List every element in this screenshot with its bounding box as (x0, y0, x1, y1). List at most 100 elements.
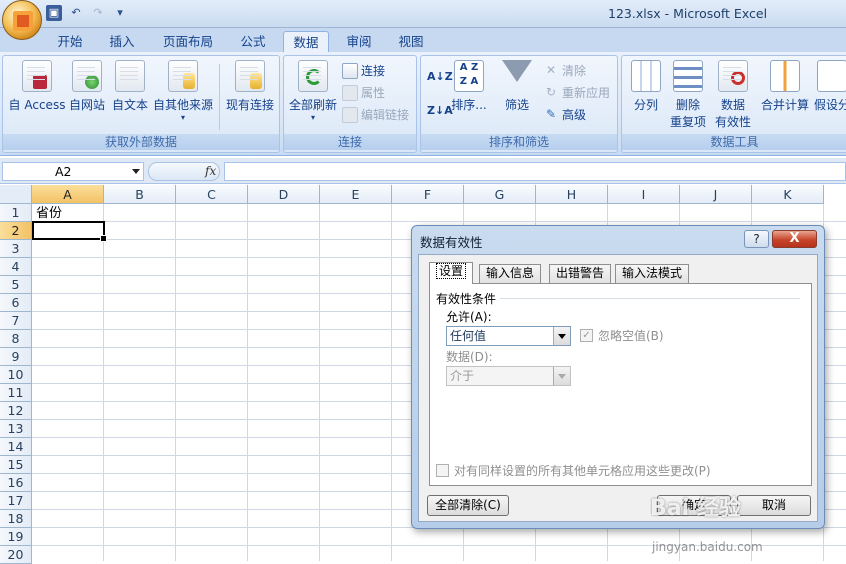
help-button[interactable]: ? (744, 230, 769, 248)
from-other-sources-button[interactable]: 自其他来源 ▾ (151, 60, 215, 122)
tab-input-message[interactable]: 输入信息 (479, 264, 542, 283)
active-cell-a2[interactable] (32, 221, 107, 242)
filter-button[interactable]: 筛选 (499, 60, 535, 113)
remove-duplicates-button[interactable]: 删除 重复项 (666, 60, 710, 130)
tab-data[interactable]: 数据 (283, 31, 329, 52)
from-web-button[interactable]: 自网站 (67, 60, 107, 113)
group-external-data-label: 获取外部数据 (3, 134, 279, 150)
column-header-i[interactable]: I (608, 185, 680, 204)
row-header-7[interactable]: 7 (0, 312, 32, 330)
row-header-9[interactable]: 9 (0, 348, 32, 366)
clear-button[interactable]: ✕ 清除 (543, 62, 586, 79)
from-text-button[interactable]: 自文本 (109, 60, 151, 113)
row-header-10[interactable]: 10 (0, 366, 32, 384)
row-header-1[interactable]: 1 (0, 204, 32, 222)
tab-page-layout[interactable]: 页面布局 (155, 31, 221, 52)
ignore-blank-checkbox[interactable]: ✓ (580, 329, 593, 342)
data-validation-label-1: 数据 (720, 98, 745, 112)
row-header-5[interactable]: 5 (0, 276, 32, 294)
column-header-e[interactable]: E (320, 185, 392, 204)
clear-all-button[interactable]: 全部清除(C) (427, 495, 509, 516)
row-header-12[interactable]: 12 (0, 402, 32, 420)
insert-function-icon[interactable]: fx (205, 164, 216, 178)
redo-icon[interactable]: ↷ (90, 5, 106, 21)
column-header-h[interactable]: H (536, 185, 608, 204)
column-header-d[interactable]: D (248, 185, 320, 204)
name-box[interactable]: A2 (2, 162, 144, 181)
text-to-columns-button[interactable]: 分列 (626, 60, 666, 113)
select-all-corner[interactable] (0, 185, 32, 204)
from-other-sources-label: 自其他来源 (152, 98, 213, 112)
what-if-icon (817, 60, 846, 92)
allow-dropdown-icon[interactable] (553, 327, 570, 345)
tab-ime-mode[interactable]: 输入法模式 (615, 264, 690, 283)
tab-review[interactable]: 审阅 (336, 31, 382, 52)
connections-button[interactable]: 连接 (342, 62, 385, 79)
customize-qat-icon[interactable]: ▾ (112, 5, 128, 21)
apply-all-checkbox[interactable] (436, 464, 449, 477)
row-header-11[interactable]: 11 (0, 384, 32, 402)
row-header-16[interactable]: 16 (0, 474, 32, 492)
tab-error-alert[interactable]: 出错警告 (549, 264, 612, 283)
row-header-4[interactable]: 4 (0, 258, 32, 276)
sort-button[interactable]: A ZZ A 排序... (449, 60, 489, 113)
save-icon[interactable]: ▣ (46, 5, 62, 21)
row-header-3[interactable]: 3 (0, 240, 32, 258)
row-header-14[interactable]: 14 (0, 438, 32, 456)
sort-dialog-icon: A ZZ A (454, 60, 484, 92)
row-header-20[interactable]: 20 (0, 546, 32, 564)
data-select[interactable]: 介于 (446, 366, 571, 386)
undo-icon[interactable]: ↶ (68, 5, 84, 21)
column-header-f[interactable]: F (392, 185, 464, 204)
row-header-17[interactable]: 17 (0, 492, 32, 510)
close-button[interactable]: X (772, 230, 817, 248)
row-header-8[interactable]: 8 (0, 330, 32, 348)
column-header-k[interactable]: K (752, 185, 824, 204)
clear-filter-icon: ✕ (545, 62, 557, 77)
tab-view[interactable]: 视图 (388, 31, 434, 52)
reapply-button[interactable]: ↻ 重新应用 (543, 84, 610, 101)
row-header-19[interactable]: 19 (0, 528, 32, 546)
existing-connections-button[interactable]: 现有连接 (223, 60, 277, 113)
what-if-button[interactable]: 假设分 (812, 60, 846, 113)
allow-select-value: 任何值 (450, 329, 487, 343)
name-box-dropdown-icon[interactable] (132, 169, 140, 174)
row-header-18[interactable]: 18 (0, 510, 32, 528)
column-header-c[interactable]: C (176, 185, 248, 204)
allow-select[interactable]: 任何值 (446, 326, 571, 346)
name-box-value: A2 (55, 164, 72, 179)
tab-formulas[interactable]: 公式 (230, 31, 276, 52)
consolidate-button[interactable]: 合并计算 (760, 60, 810, 113)
column-header-j[interactable]: J (680, 185, 752, 204)
column-header-b[interactable]: B (104, 185, 176, 204)
tab-insert[interactable]: 插入 (100, 31, 144, 52)
from-access-button[interactable]: 自 Access (7, 60, 67, 113)
row-header-13[interactable]: 13 (0, 420, 32, 438)
refresh-all-button[interactable]: 全部刷新 ▾ (288, 60, 338, 122)
row-header-2[interactable]: 2 (0, 222, 32, 240)
window-title: 123.xlsx - Microsoft Excel (608, 6, 768, 21)
properties-icon (342, 84, 358, 101)
office-button[interactable] (2, 0, 42, 40)
formula-bar: A2 fx (0, 158, 846, 184)
formula-input[interactable] (224, 162, 846, 181)
reapply-label: 重新应用 (562, 86, 611, 100)
advanced-button[interactable]: ✎ 高级 (543, 106, 586, 123)
tab-home[interactable]: 开始 (48, 31, 92, 52)
connections-icon (342, 62, 358, 79)
column-header-g[interactable]: G (464, 185, 536, 204)
data-dropdown-icon[interactable] (553, 367, 570, 385)
cell-a1[interactable]: 省份 (36, 204, 62, 222)
tab-settings[interactable]: 设置 (429, 262, 474, 284)
group-connections: 全部刷新 ▾ 连接 属性 编辑链接 连接 (283, 55, 417, 153)
from-text-label: 自文本 (111, 98, 148, 112)
row-header-15[interactable]: 15 (0, 456, 32, 474)
row-header-6[interactable]: 6 (0, 294, 32, 312)
data-validation-button[interactable]: 数据 有效性 (710, 60, 756, 130)
ribbon-tabs: 开始 插入 页面布局 公式 数据 审阅 视图 (0, 28, 846, 52)
properties-button[interactable]: 属性 (342, 84, 385, 101)
cancel-button[interactable]: 取消 (737, 495, 811, 516)
office-logo-icon (13, 11, 33, 31)
column-header-a[interactable]: A (32, 185, 104, 204)
edit-links-button[interactable]: 编辑链接 (342, 106, 409, 123)
